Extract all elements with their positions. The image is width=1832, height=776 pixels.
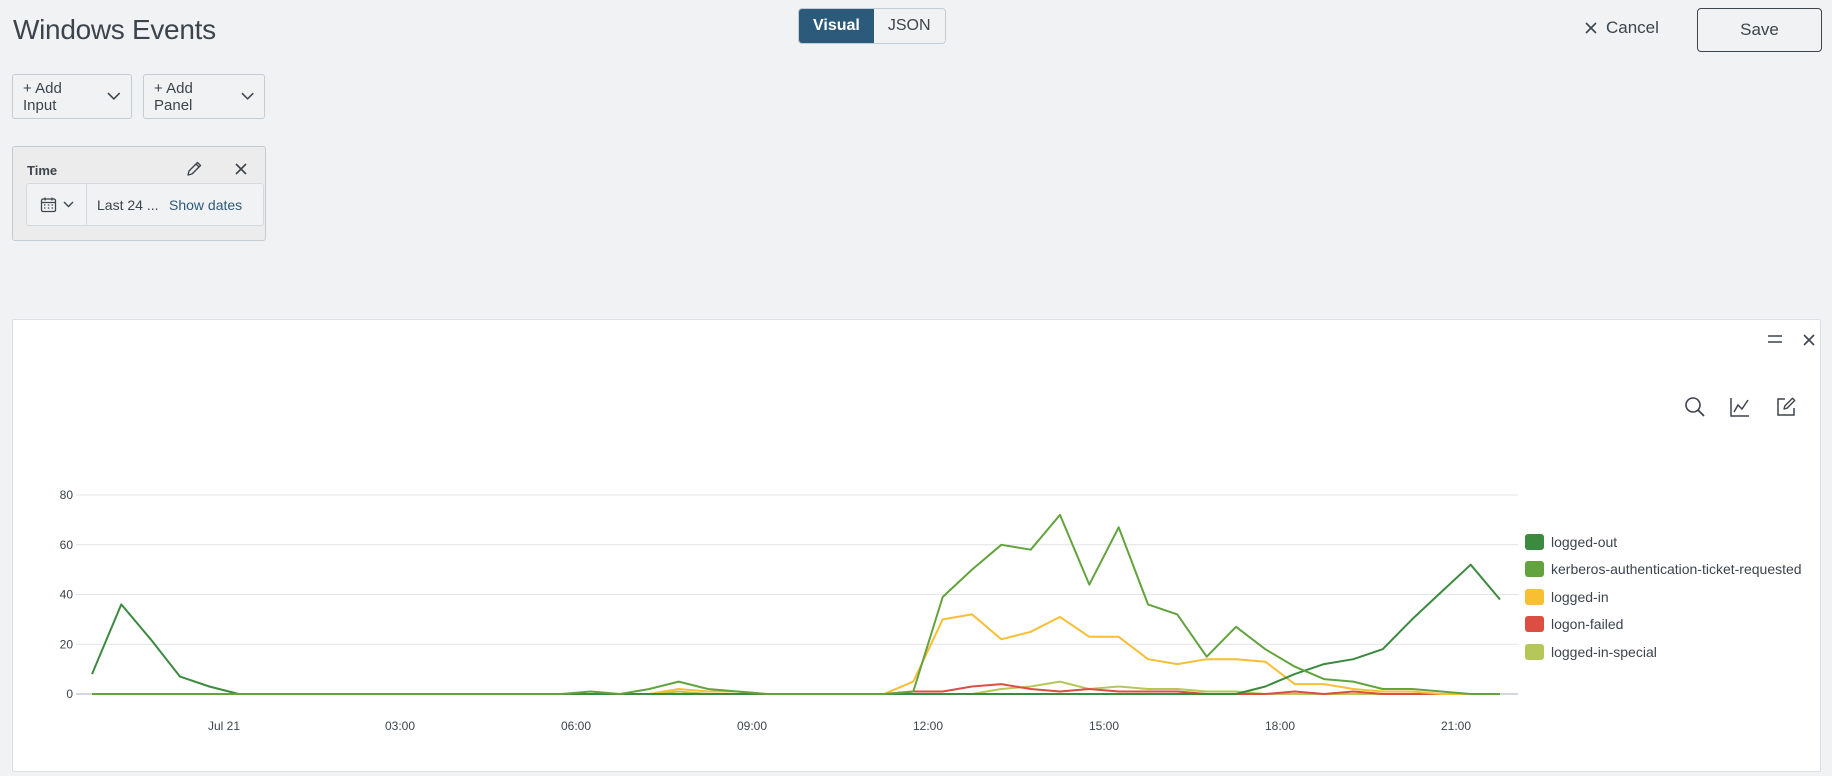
x-tick-label: 03:00 [385, 719, 415, 733]
legend-item-logged-out[interactable]: logged-out [1525, 528, 1802, 556]
mode-visual-button[interactable]: Visual [799, 9, 874, 43]
legend-label: kerberos-authentication-ticket-requested [1551, 561, 1802, 578]
x-tick-label: Jul 21 [208, 719, 240, 733]
add-panel-button[interactable]: + Add Panel [143, 74, 265, 119]
show-dates-link[interactable]: Show dates [167, 197, 242, 213]
x-tick-label: 12:00 [913, 719, 943, 733]
time-range-picker: Last 24 ... Show dates [26, 183, 264, 226]
mode-toggle: Visual JSON [798, 8, 946, 44]
chevron-down-icon [107, 92, 121, 101]
time-input-card: Time Last 24 ... Show dates [12, 146, 266, 241]
y-tick-label: 20 [60, 637, 74, 651]
x-tick-label: 15:00 [1089, 719, 1119, 733]
x-tick-label: 09:00 [737, 719, 767, 733]
legend-label: logged-out [1551, 533, 1618, 550]
cancel-label: Cancel [1606, 18, 1659, 37]
pencil-icon[interactable] [185, 160, 203, 178]
add-panel-label: + Add Panel [154, 79, 193, 114]
add-input-button[interactable]: + Add Input [12, 74, 132, 119]
series-line-kerberos-authentication-ticket-requested[interactable] [92, 513, 1500, 695]
x-tick-label: 18:00 [1265, 719, 1295, 733]
y-tick-label: 60 [60, 538, 74, 552]
x-tick-label: 06:00 [561, 719, 591, 733]
chevron-down-icon [63, 201, 73, 208]
time-range-value[interactable]: Last 24 ... [87, 197, 167, 213]
y-tick-label: 40 [60, 588, 74, 602]
time-picker-calendar-button[interactable] [27, 184, 87, 225]
chart-legend: logged-out kerberos-authentication-ticket… [1525, 528, 1802, 666]
x-tick-label: 21:00 [1441, 719, 1471, 733]
save-button[interactable]: Save [1697, 8, 1822, 52]
y-tick-label: 0 [66, 687, 73, 701]
series-line-logged-in[interactable] [92, 613, 1500, 695]
cancel-button[interactable]: Cancel [1584, 18, 1659, 38]
legend-label: logged-in [1551, 588, 1609, 605]
legend-item-logon-failed[interactable]: logon-failed [1525, 611, 1802, 639]
legend-swatch [1525, 533, 1544, 550]
legend-item-logged-in-special[interactable]: logged-in-special [1525, 638, 1802, 666]
close-icon[interactable] [234, 162, 248, 176]
legend-label: logon-failed [1551, 616, 1624, 633]
legend-item-kerberos-authentication-ticket-requested[interactable]: kerberos-authentication-ticket-requested [1525, 556, 1802, 584]
legend-item-logged-in[interactable]: logged-in [1525, 583, 1802, 611]
mode-json-button[interactable]: JSON [873, 9, 945, 43]
close-icon [1585, 22, 1597, 34]
legend-swatch [1525, 616, 1544, 633]
legend-label: logged-in-special [1551, 643, 1657, 660]
chevron-down-icon [241, 92, 254, 100]
series-line-logon-failed[interactable] [92, 683, 1500, 695]
series-line-logged-out[interactable] [91, 563, 1501, 695]
legend-swatch [1525, 561, 1544, 578]
legend-swatch [1525, 588, 1544, 605]
calendar-icon [40, 197, 56, 213]
page-title: Windows Events [13, 14, 216, 45]
legend-swatch [1525, 643, 1544, 660]
time-input-label: Time [27, 163, 58, 178]
y-tick-label: 80 [60, 488, 74, 502]
chart-panel: 0 20 40 60 80 Jul 21 03:00 06:00 09:00 12:00 15:00… [12, 319, 1821, 772]
add-input-label: + Add Input [23, 79, 62, 114]
